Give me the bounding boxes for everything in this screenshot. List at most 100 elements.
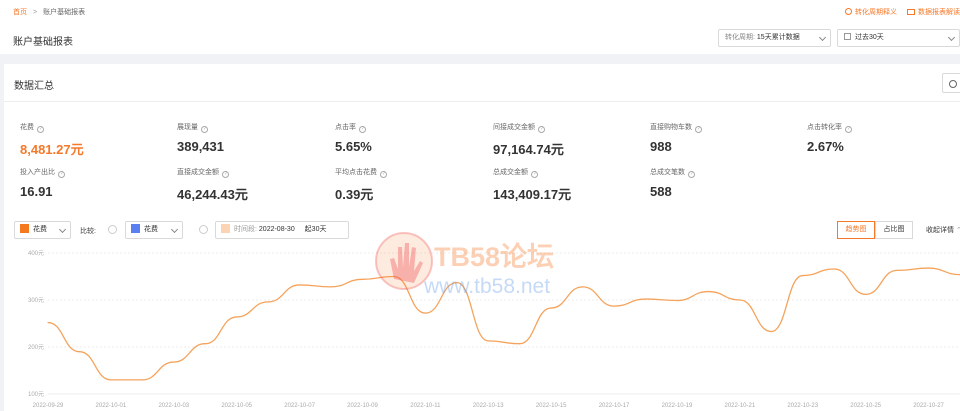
time-compare-span: 起30天 [304, 226, 327, 233]
metric-cpc: 平均点击花费? 0.39元 [335, 167, 485, 203]
metric-label: 总成交笔数 [650, 169, 685, 176]
conversion-period-value: 15天累计数据 [756, 34, 800, 41]
help-icon[interactable]: ? [222, 171, 229, 178]
help-icon[interactable]: ? [695, 126, 702, 133]
metric-value: 2.67% [807, 139, 844, 154]
data-point [361, 278, 364, 280]
data-point [865, 293, 867, 295]
time-compare-swatch [221, 224, 230, 233]
metric-cvr: 点击转化率? 2.67% [807, 122, 957, 154]
x-tick-label: 2022-10-21 [725, 403, 756, 409]
collapse-label: 收起详情 [926, 227, 954, 234]
conversion-period-select[interactable]: 转化周期: 15天累计数据 [718, 29, 831, 47]
metric-select[interactable]: 花费 [14, 221, 71, 239]
data-report-link[interactable]: 数据报表解读 [907, 9, 960, 16]
chevron-down-icon [170, 225, 179, 234]
metric-direct-cart: 直接购物车数? 988 [650, 122, 800, 154]
metric-direct-gmv: 直接成交金额? 46,244.43元 [177, 167, 327, 203]
conversion-help-label: 转化周期释义 [855, 9, 898, 16]
time-compare-input[interactable]: 时间段: 2022-08-30 起30天 [215, 221, 349, 239]
metric-value: 97,164.74元 [493, 142, 564, 157]
x-tick-label: 2022-10-15 [536, 403, 567, 409]
metric-value: 143,409.17元 [493, 187, 572, 202]
x-tick-label: 2022-10-09 [347, 403, 378, 409]
help-icon[interactable]: ? [538, 126, 545, 133]
time-compare-start: 2022-08-30 [258, 226, 295, 233]
conversion-help-link[interactable]: 转化周期释义 [845, 8, 898, 16]
x-tick-label: 2022-10-07 [284, 403, 315, 409]
summary-title: 数据汇总 [14, 81, 54, 92]
metric-label: 直接购物车数 [650, 124, 692, 131]
y-tick-label: 300元 [28, 297, 44, 304]
data-point [141, 379, 143, 381]
data-point [330, 286, 332, 288]
x-tick-label: 2022-10-01 [96, 403, 127, 409]
data-point [550, 307, 552, 309]
x-tick-label: 2022-10-05 [221, 403, 252, 409]
data-point [424, 312, 426, 314]
collapse-details-link[interactable]: 收起详情 ⌃ [926, 225, 960, 235]
settings-button[interactable] [942, 73, 960, 93]
metric-impressions: 展现量? 389,431 [177, 122, 327, 154]
metric-total-gmv: 总成交金额? 143,409.17元 [493, 167, 643, 203]
x-tick-label: 2022-10-13 [473, 403, 504, 409]
help-circle-icon [845, 8, 853, 15]
compare-color-swatch [131, 224, 140, 233]
compare-select-value: 花费 [144, 226, 158, 233]
x-tick-label: 2022-10-19 [662, 403, 693, 409]
compare-metric-radio[interactable] [108, 225, 117, 234]
metric-roi: 投入产出比? 16.91 [20, 167, 170, 199]
video-icon [907, 9, 915, 15]
data-point [456, 282, 458, 284]
metric-indirect-gmv: 间接成交金额? 97,164.74元 [493, 122, 643, 158]
help-icon[interactable]: ? [201, 126, 208, 133]
data-point [739, 299, 741, 301]
data-point [78, 351, 81, 353]
metric-value: 588 [650, 184, 672, 199]
header-links: 转化周期释义 数据报表解读 [837, 7, 960, 17]
compare-select[interactable]: 花费 [125, 221, 183, 239]
metric-label: 平均点击花费 [335, 169, 377, 176]
data-point [204, 343, 206, 345]
metric-value: 5.65% [335, 139, 372, 154]
data-point [582, 286, 584, 288]
ratio-view-button[interactable]: 占比图 [875, 221, 913, 239]
help-icon[interactable]: ? [531, 171, 538, 178]
series-line [47, 267, 960, 381]
data-point [613, 305, 615, 307]
help-icon[interactable]: ? [845, 126, 852, 133]
metric-value: 389,431 [177, 139, 224, 154]
series-color-swatch [20, 224, 29, 233]
data-point [519, 343, 521, 345]
breadcrumb-home-link[interactable]: 首页 [13, 9, 27, 16]
compare-time-radio[interactable] [199, 225, 208, 234]
help-icon[interactable]: ? [359, 126, 366, 133]
data-point [896, 269, 898, 271]
metric-value: 16.91 [20, 184, 53, 199]
metric-value: 0.39元 [335, 187, 374, 202]
metric-label: 展现量 [177, 124, 198, 131]
data-point [487, 340, 489, 342]
help-icon[interactable]: ? [58, 171, 65, 178]
breadcrumb-separator: > [33, 9, 38, 16]
x-tick-label: 2022-10-23 [787, 403, 818, 409]
trend-view-button[interactable]: 趋势图 [837, 221, 875, 239]
help-icon[interactable]: ? [37, 126, 44, 133]
data-point [644, 298, 647, 300]
help-icon[interactable]: ? [380, 171, 387, 178]
chevron-up-icon: ⌃ [955, 227, 960, 234]
summary-panel: 数据汇总 花费? 8,481.27元 展现量? 389,431 点击率? 5.6… [4, 64, 960, 411]
metric-value: 8,481.27元 [20, 142, 84, 157]
compare-label: 比较: [80, 228, 96, 235]
help-icon[interactable]: ? [688, 171, 695, 178]
data-point [833, 268, 835, 270]
chevron-down-icon [818, 33, 827, 42]
x-tick-label: 2022-10-11 [410, 403, 441, 409]
metric-select-value: 花费 [33, 226, 47, 233]
divider [4, 101, 960, 102]
chevron-down-icon [58, 225, 67, 234]
metric-cost: 花费? 8,481.27元 [20, 122, 170, 158]
date-range-select[interactable]: 过去30天 [837, 29, 960, 47]
data-point [267, 301, 269, 303]
metric-label: 总成交金额 [493, 169, 528, 176]
